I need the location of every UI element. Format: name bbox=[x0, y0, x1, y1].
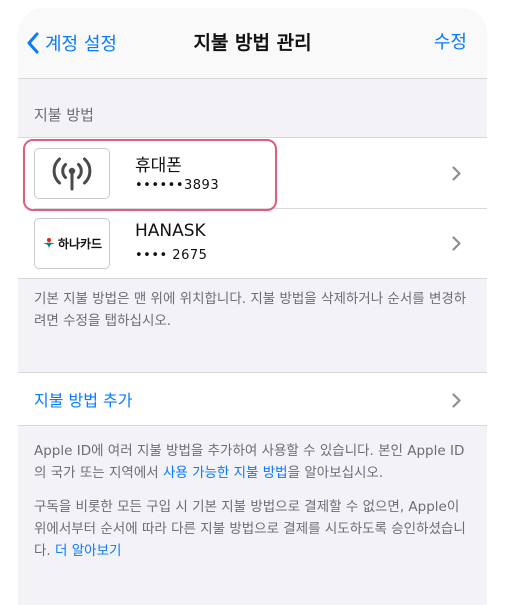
info-paragraph-2: 구독을 비롯한 모든 구입 시 기본 지불 방법으로 결제할 수 없으면, Ap… bbox=[34, 496, 474, 562]
chevron-left-icon bbox=[27, 32, 39, 54]
payment-method-title: HANASK bbox=[135, 221, 206, 241]
chevron-right-icon bbox=[452, 166, 461, 181]
chevron-right-icon bbox=[452, 236, 461, 251]
payment-method-hanask[interactable]: 하나카드 HANASK •••• 2675 bbox=[18, 208, 487, 278]
learn-more-link[interactable]: 더 알아보기 bbox=[55, 543, 121, 559]
add-payment-group: 지불 방법 추가 bbox=[18, 372, 487, 426]
default-method-note: 기본 지불 방법은 맨 위에 위치합니다. 지불 방법을 삭제하거나 순서를 변… bbox=[34, 291, 467, 329]
info-paragraph-1: Apple ID에 여러 지불 방법을 추가하여 사용할 수 있습니다. 본인 … bbox=[34, 440, 474, 484]
cellular-antenna-icon bbox=[34, 148, 110, 199]
chevron-right-icon bbox=[452, 393, 461, 408]
edit-button[interactable]: 수정 bbox=[434, 28, 467, 58]
payment-methods-list: 휴대폰 ••••••3893 하나카드 HANASK •••• 2675 bbox=[18, 137, 487, 279]
back-label: 계정 설정 bbox=[45, 34, 117, 55]
payment-method-title: 휴대폰 bbox=[135, 156, 182, 176]
navigation-bar: 계정 설정 지불 방법 관리 수정 bbox=[18, 8, 487, 79]
back-button[interactable]: 계정 설정 bbox=[26, 28, 117, 58]
info-text: 을 알아보십시오. bbox=[287, 465, 384, 481]
section-header: 지불 방법 bbox=[34, 106, 94, 124]
add-payment-method-button[interactable]: 지불 방법 추가 bbox=[18, 373, 487, 425]
payment-method-number: ••••••3893 bbox=[135, 178, 220, 193]
hana-card-logo: 하나카드 bbox=[34, 218, 110, 269]
hana-card-logo-text: 하나카드 bbox=[57, 237, 103, 251]
payment-method-number: •••• 2675 bbox=[135, 248, 208, 263]
settings-screen: 계정 설정 지불 방법 관리 수정 지불 방법 휴대폰 ••••••3893 하… bbox=[18, 8, 487, 605]
available-payment-methods-link[interactable]: 사용 가능한 지불 방법 bbox=[163, 465, 288, 481]
add-payment-method-label: 지불 방법 추가 bbox=[34, 391, 133, 410]
payment-method-phone[interactable]: 휴대폰 ••••••3893 bbox=[18, 138, 487, 208]
hana-leaf-icon bbox=[42, 237, 55, 250]
